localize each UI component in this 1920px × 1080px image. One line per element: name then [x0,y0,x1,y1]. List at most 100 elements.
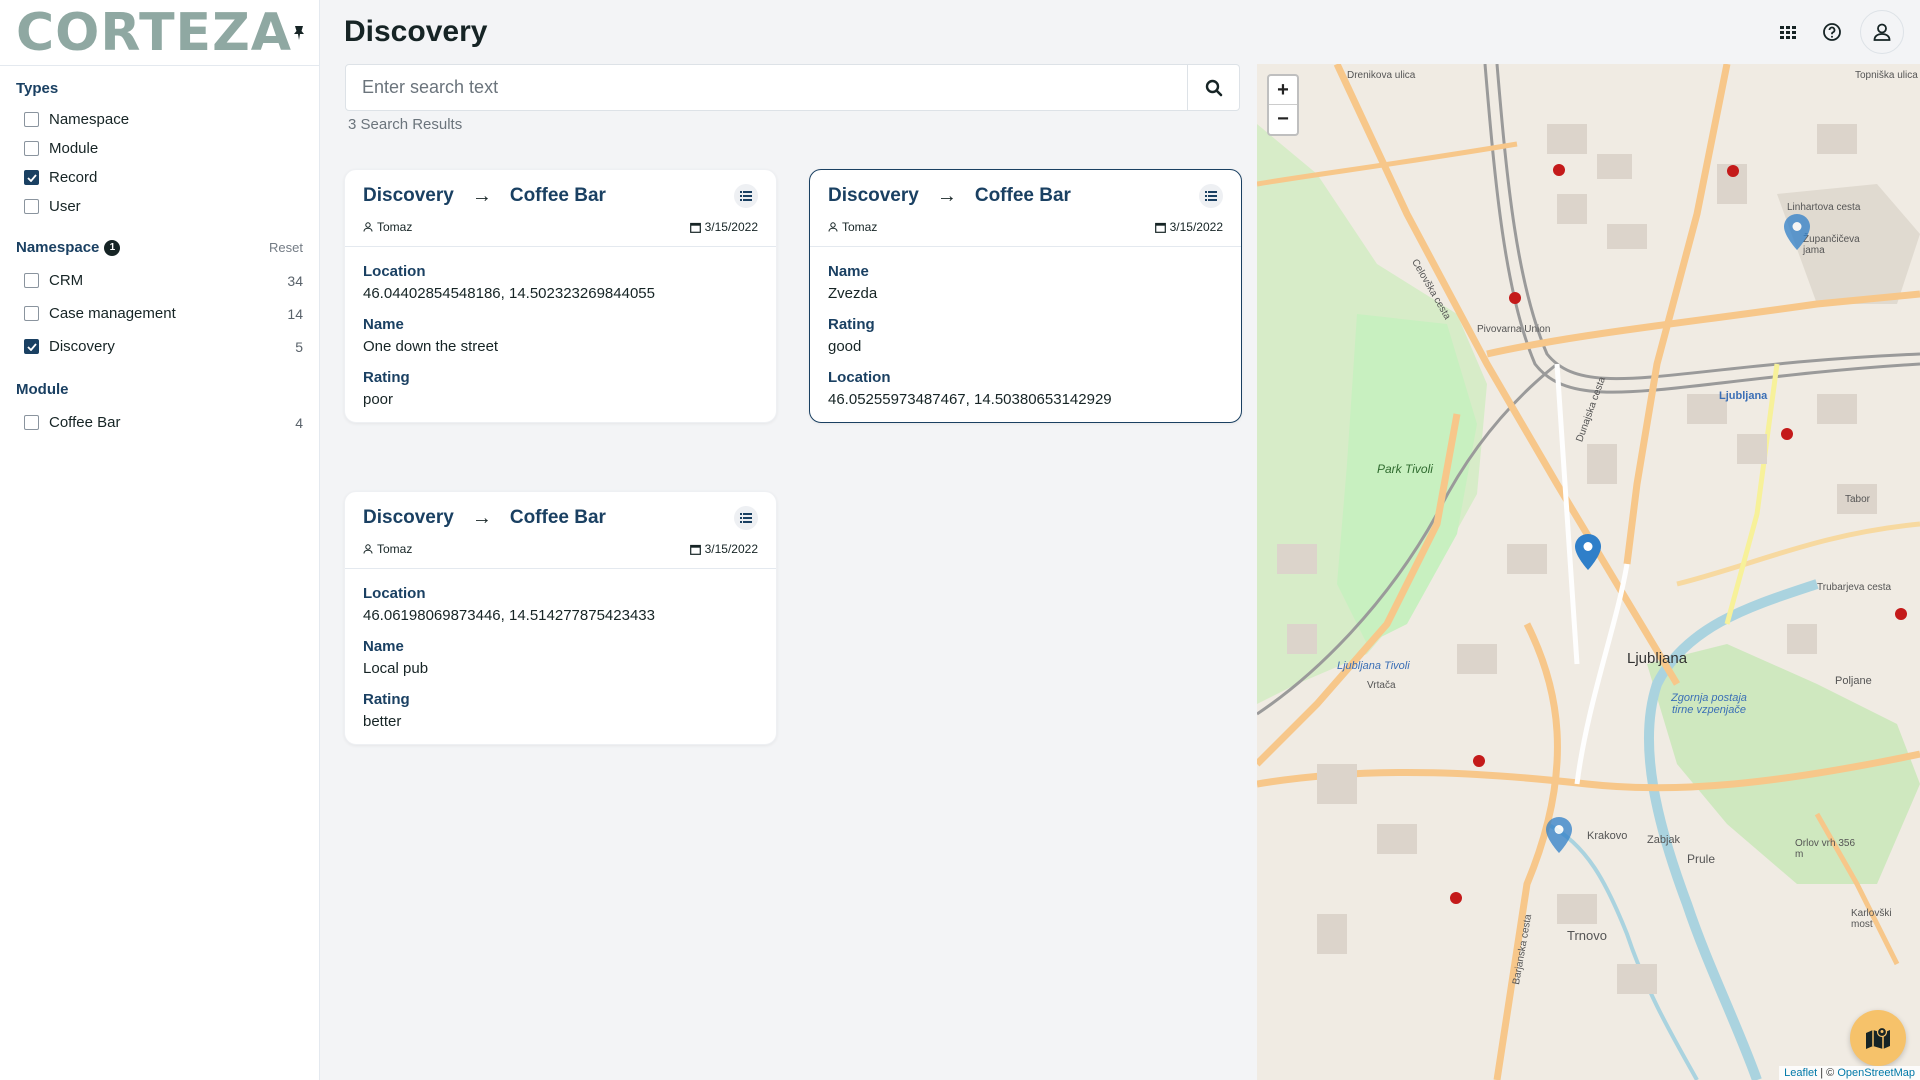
checkbox[interactable] [24,306,39,321]
openstreetmap-link[interactable]: OpenStreetMap [1837,1067,1915,1079]
field-value: 46.05255973487467, 14.50380653142929 [828,391,1112,408]
filter-option-label: Namespace [49,111,130,128]
list-icon[interactable] [734,506,758,530]
checkbox[interactable] [24,415,39,430]
map-marker-icon[interactable] [1575,534,1601,570]
checkbox[interactable] [24,141,39,156]
field-value: One down the street [363,338,499,355]
card-user: Tomaz [363,542,412,556]
filter-option-discovery[interactable]: Discovery 5 [16,330,303,363]
filter-option-user[interactable]: User [16,192,303,221]
field-value: poor [363,391,394,408]
field-label: Name [828,263,869,280]
field-label: Location [363,263,426,280]
map-icon [1866,1026,1890,1049]
map-label: Tabor [1845,494,1871,505]
card-user-name: Tomaz [842,220,878,234]
card-module-link[interactable]: Coffee Bar [510,185,606,207]
filter-option-record[interactable]: Record [16,163,303,192]
card-user-name: Tomaz [377,220,413,234]
card-user-name: Tomaz [377,542,413,556]
list-icon[interactable] [734,184,758,208]
search-results-count: 3 Search Results [348,116,463,133]
filter-option-crm[interactable]: CRM 34 [16,264,303,297]
page-title: Discovery [344,15,488,48]
reset-button[interactable]: Reset [269,240,303,255]
map-label: Topniška ulica [1855,70,1918,81]
map-attribution: Leaflet | © OpenStreetMap [1779,1066,1920,1080]
leaflet-link[interactable]: Leaflet [1784,1067,1817,1079]
arrow-right-icon: → [471,184,492,207]
map-label: Pivovarna Union [1477,324,1551,335]
zoom-in-button[interactable]: + [1269,76,1297,105]
search-input[interactable] [346,65,1187,110]
filter-option-module[interactable]: Module [16,134,303,163]
checkbox[interactable] [24,170,39,185]
filters: Types Namespace Module Record User Names… [0,66,319,439]
field-label: Name [363,316,404,333]
card-user: Tomaz [828,220,877,234]
field-value: 46.06198069873446, 14.514277875423433 [363,607,655,624]
corteza-logo[interactable]: CORTEZA [16,7,292,59]
filter-group-module: Module Coffee Bar 4 [16,381,303,439]
search-bar [345,64,1240,111]
user-avatar-icon[interactable] [1860,10,1904,54]
filter-group-types: Types Namespace Module Record User [16,80,303,221]
map-label: Karlovški most [1851,908,1892,930]
map-label: Župančičeva jama [1803,234,1860,256]
namespace-filter-badge: 1 [104,239,121,256]
checkbox[interactable] [24,339,39,354]
filter-title-types: Types [16,80,59,97]
map-marker-icon[interactable] [1784,214,1810,250]
map-marker-icon[interactable] [1546,817,1572,853]
zoom-out-button[interactable]: − [1269,105,1297,134]
filter-option-label: User [49,198,81,215]
calendar-icon [689,222,701,233]
map-label: Zabjak [1647,834,1681,846]
card-namespace-link[interactable]: Discovery [363,507,454,529]
map-toggle-button[interactable] [1850,1010,1906,1066]
arrow-right-icon: → [471,506,492,529]
result-card[interactable]: Discovery → Coffee Bar Tomaz 3/15/2022 L… [344,169,777,423]
header-actions [1772,10,1904,54]
filter-option-namespace[interactable]: Namespace [16,105,303,134]
apps-grid-icon[interactable] [1772,16,1804,48]
map-label: Linhartova cesta [1787,202,1861,213]
pin-icon[interactable] [292,23,306,43]
list-icon[interactable] [1199,184,1223,208]
card-module-link[interactable]: Coffee Bar [975,185,1071,207]
help-icon[interactable] [1816,16,1848,48]
user-icon [363,544,373,554]
field-label: Rating [363,369,410,386]
search-button[interactable] [1187,65,1239,110]
filter-option-label: CRM [49,272,84,289]
field-label: Rating [363,691,410,708]
filter-option-label: Coffee Bar [49,414,121,431]
card-date-text: 3/15/2022 [1169,220,1223,234]
map-label: Trnovo [1567,928,1607,943]
brand-bar: CORTEZA [0,0,319,66]
filter-option-label: Case management [49,305,176,322]
map-label: Zgornja postaja tirne vzpenjače [1671,692,1747,716]
map-label: Trubarjeva cesta [1817,582,1892,593]
card-namespace-link[interactable]: Discovery [828,185,919,207]
field-value: good [828,338,862,355]
filter-option-case-management[interactable]: Case management 14 [16,297,303,330]
card-namespace-link[interactable]: Discovery [363,185,454,207]
checkbox[interactable] [24,199,39,214]
field-label: Name [363,638,404,655]
map-label: Poljane [1835,675,1872,687]
map[interactable]: Ljubljana Park Tivoli Ljubljana Tivoli K… [1257,64,1920,1080]
checkbox[interactable] [24,112,39,127]
map-label: Park Tivoli [1377,462,1433,476]
calendar-icon [1154,222,1166,233]
filter-option-coffee-bar[interactable]: Coffee Bar 4 [16,406,303,439]
result-card-selected[interactable]: Discovery → Coffee Bar Tomaz 3/15/2022 N… [809,169,1242,423]
zoom-control: + − [1267,74,1299,136]
card-date-text: 3/15/2022 [704,542,758,556]
filter-title-namespace: Namespace 1 [16,239,121,256]
card-date-text: 3/15/2022 [704,220,758,234]
card-module-link[interactable]: Coffee Bar [510,507,606,529]
result-card[interactable]: Discovery → Coffee Bar Tomaz 3/15/2022 L… [344,491,777,745]
checkbox[interactable] [24,273,39,288]
